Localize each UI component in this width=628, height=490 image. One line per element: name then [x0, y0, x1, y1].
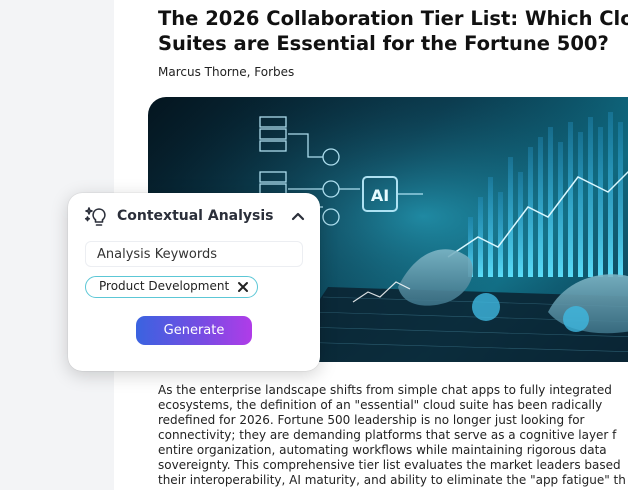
article-byline: Marcus Thorne, Forbes: [158, 65, 295, 79]
keyword-chip-label: Product Development: [99, 279, 230, 293]
title-line-2: Suites are Essential for the Fortune 500…: [158, 32, 609, 55]
article-body: As the enterprise landscape shifts from …: [158, 383, 628, 488]
body-line: ecosystems, the definition of an "essent…: [158, 398, 603, 412]
panel-title: Contextual Analysis: [117, 208, 274, 224]
body-line: their interoperability, AI maturity, and…: [158, 473, 626, 487]
contextual-analysis-panel: Contextual Analysis Analysis Keywords Pr…: [68, 193, 320, 371]
body-line: As the enterprise landscape shifts from …: [158, 383, 612, 397]
close-icon[interactable]: [237, 280, 249, 292]
body-line: redefined for 2026. Fortune 500 leadersh…: [158, 413, 585, 427]
panel-header: Contextual Analysis: [84, 205, 308, 229]
generate-button[interactable]: Generate: [136, 316, 252, 345]
keyword-chip: Product Development: [85, 276, 259, 298]
ai-chip-label: AI: [371, 186, 389, 205]
chevron-up-icon[interactable]: [288, 207, 308, 227]
title-line-1: The 2026 Collaboration Tier List: Which …: [158, 7, 628, 30]
body-line: sovereignty. This comprehensive tier lis…: [158, 458, 621, 472]
body-line: connectivity; they are demanding platfor…: [158, 428, 617, 442]
analysis-keywords-input[interactable]: Analysis Keywords: [85, 241, 303, 267]
body-line: entire organization, automating workflow…: [158, 443, 607, 457]
article-title: The 2026 Collaboration Tier List: Which …: [158, 6, 628, 56]
sparkle-lightbulb-icon: [84, 205, 108, 229]
